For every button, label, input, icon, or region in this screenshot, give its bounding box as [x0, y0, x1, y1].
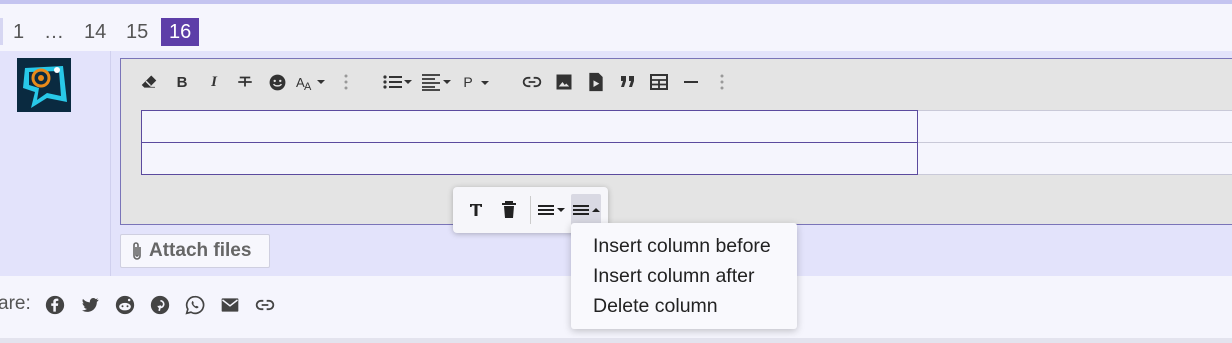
attach-files-button[interactable]: Attach files: [120, 234, 270, 268]
column-dropdown-menu: Insert column before Insert column after…: [571, 223, 797, 329]
table-row: [141, 142, 1232, 175]
bottom-divider: [0, 338, 1232, 343]
page-link-14[interactable]: 14: [84, 18, 106, 46]
rich-text-editor[interactable]: B I AA P: [120, 58, 1232, 225]
pagination-edge: [0, 18, 3, 45]
toolbar-separator: [530, 196, 531, 224]
pinterest-icon[interactable]: [150, 295, 170, 315]
list-icon[interactable]: [382, 71, 412, 93]
smile-icon[interactable]: [267, 71, 287, 93]
top-stripe: [0, 0, 1232, 4]
user-column: [0, 51, 111, 276]
page-current-16[interactable]: 16: [161, 18, 200, 46]
more-vertical-icon[interactable]: [337, 71, 355, 93]
twitter-icon[interactable]: [80, 295, 100, 315]
font-size-icon[interactable]: AA: [296, 71, 326, 93]
avatar[interactable]: [17, 58, 71, 112]
quote-icon[interactable]: [617, 71, 639, 93]
editor-table[interactable]: [141, 110, 1232, 175]
more-vertical-icon[interactable]: [713, 71, 731, 93]
editor-toolbar: B I AA P: [121, 59, 1232, 105]
row-menu-icon[interactable]: [537, 199, 567, 221]
horizontal-rule-icon[interactable]: [681, 71, 701, 93]
insert-column-before-item[interactable]: Insert column before: [593, 235, 771, 258]
table-cell[interactable]: [141, 110, 918, 143]
link-icon[interactable]: [255, 295, 275, 315]
svg-text:A: A: [304, 81, 312, 92]
eraser-icon[interactable]: [139, 71, 159, 93]
paragraph-icon[interactable]: P: [462, 71, 492, 93]
whatsapp-icon[interactable]: [185, 295, 205, 315]
insert-column-after-item[interactable]: Insert column after: [593, 265, 754, 288]
align-icon[interactable]: [421, 71, 451, 93]
italic-icon[interactable]: I: [204, 71, 224, 93]
page-ellipsis: …: [44, 21, 64, 43]
image-icon[interactable]: [553, 71, 575, 93]
attach-files-label: Attach files: [149, 240, 252, 261]
delete-table-icon[interactable]: [498, 199, 520, 221]
reddit-icon[interactable]: [115, 295, 135, 315]
page-link-1[interactable]: 1: [13, 18, 24, 46]
table-cell[interactable]: [917, 142, 1232, 175]
paperclip-icon: [133, 242, 141, 260]
table-row: [141, 110, 1232, 143]
table-icon[interactable]: [648, 71, 670, 93]
header-icon[interactable]: [465, 199, 487, 221]
page-link-15[interactable]: 15: [126, 18, 148, 46]
share-label: are:: [0, 293, 31, 314]
column-menu-icon[interactable]: [571, 199, 601, 221]
table-cell[interactable]: [141, 142, 918, 175]
bold-icon[interactable]: B: [172, 71, 192, 93]
link-icon[interactable]: [521, 71, 543, 93]
media-icon[interactable]: [585, 71, 607, 93]
table-cell[interactable]: [917, 110, 1232, 143]
strikethrough-icon[interactable]: [235, 71, 255, 93]
pagination: 1 … 14 15 16: [0, 5, 1232, 49]
email-icon[interactable]: [220, 295, 240, 315]
facebook-icon[interactable]: [45, 295, 65, 315]
paragraph-label: P: [463, 74, 473, 90]
delete-column-item[interactable]: Delete column: [593, 295, 718, 318]
